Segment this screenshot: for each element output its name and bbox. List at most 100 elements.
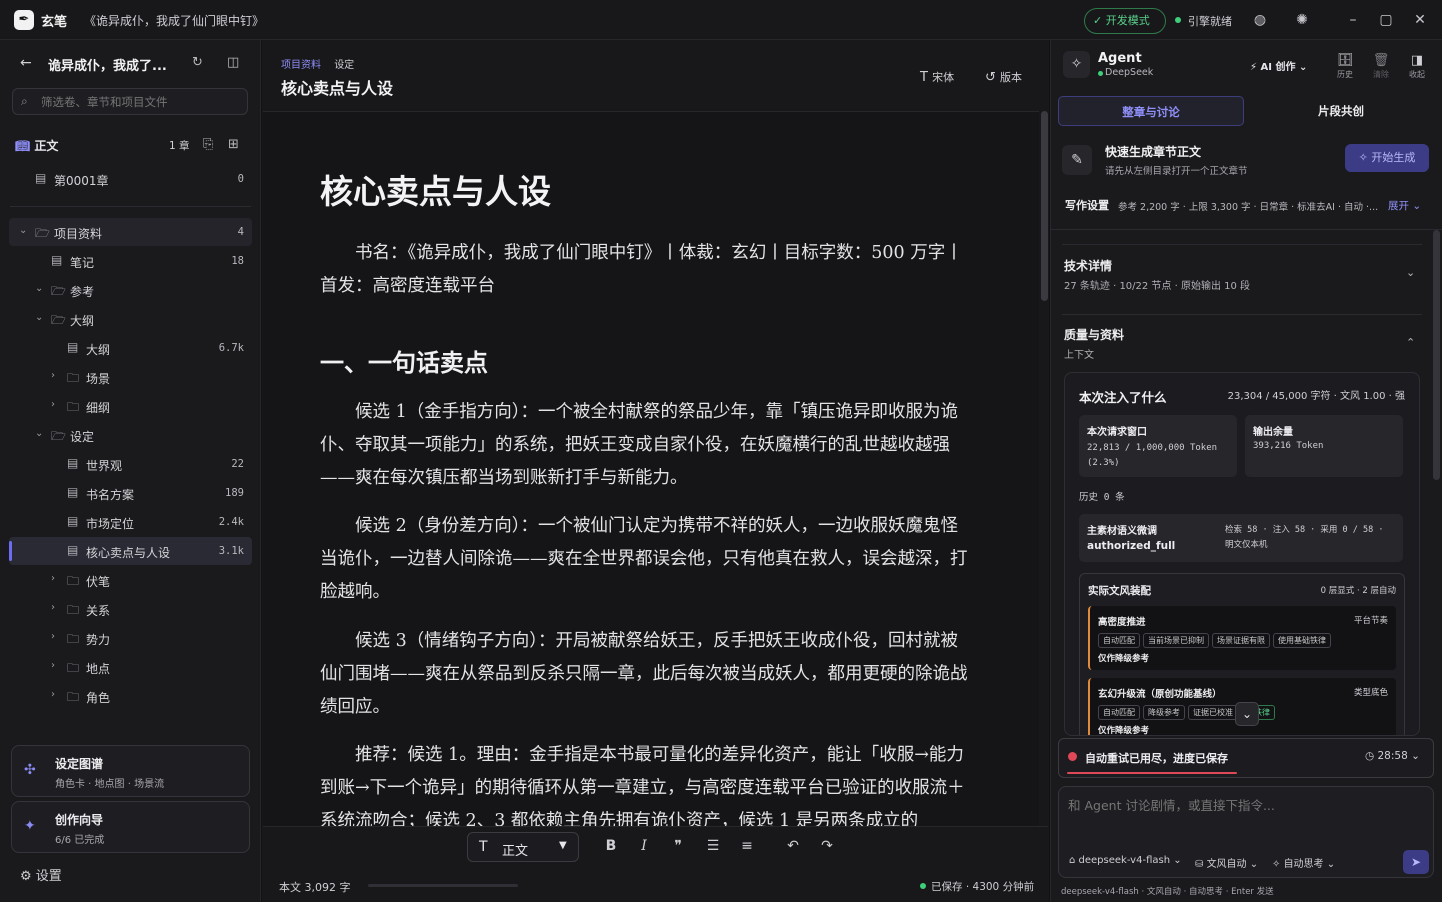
main-text-section[interactable]: 📖︎ 正文 <box>15 137 58 154</box>
tree-item-label: 核心卖点与人设 <box>86 546 171 560</box>
chevron-right-icon[interactable]: › <box>51 602 55 613</box>
tree-folder[interactable]: ⌄ 🗁︎ 大纲 <box>9 305 252 333</box>
new-file-icon[interactable]: ⎘ <box>203 137 213 152</box>
tree-file[interactable]: ▤ 书名方案 189 <box>9 479 252 507</box>
version-button[interactable]: ↺ 版本 <box>985 69 1022 85</box>
tree-folder[interactable]: › 🗀︎ 伏笔 <box>9 566 252 594</box>
style-select[interactable]: ⛁ 文风自动 ⌄ <box>1195 855 1258 870</box>
breadcrumb-item[interactable]: 项目资料 <box>281 60 321 71</box>
sparkle-icon: ✧ <box>1358 151 1372 164</box>
tab-full-chapter[interactable]: 整章与讨论 <box>1058 96 1244 126</box>
tech-details-title[interactable]: 技术详情 <box>1064 257 1112 274</box>
quote-icon[interactable]: ❞ <box>668 838 688 858</box>
model-select[interactable]: ⌂ deepseek-v4-flash ⌄ <box>1069 855 1182 866</box>
tree-file[interactable]: ▤ 核心卖点与人设 3.1k <box>9 537 252 565</box>
chevron-up-icon[interactable]: ⌃ <box>1406 336 1415 349</box>
globe-icon[interactable]: ◍ <box>1251 11 1269 29</box>
editor-scrollbar[interactable] <box>1041 111 1048 301</box>
new-folder-icon[interactable]: ⊞ <box>228 137 239 152</box>
refresh-icon[interactable]: ↻ <box>192 55 203 70</box>
chevron-right-icon[interactable]: › <box>51 573 55 584</box>
quick-generate: ✎ 快速生成章节正文 请先从左侧目录打开一个正文章节 ✧ 开始生成 <box>1062 141 1432 183</box>
settings-button[interactable]: ⚙ 设置 <box>20 865 62 884</box>
chevron-right-icon[interactable]: › <box>51 660 55 671</box>
close-icon[interactable]: ✕ <box>1411 11 1429 29</box>
chat-input[interactable] <box>1068 795 1418 839</box>
redo-icon[interactable]: ↷ <box>817 838 837 858</box>
ai-mode-select[interactable]: ⚡ AI 创作 ⌄ <box>1250 58 1307 73</box>
chevron-down-icon: ⌄ <box>1409 200 1422 212</box>
tree-folder[interactable]: › 🗀︎ 势力 <box>9 624 252 652</box>
history-button[interactable]: 🗄︎ 历史 <box>1332 53 1358 80</box>
tree-folder[interactable]: › 🗀︎ 角色 <box>9 682 252 710</box>
undo-icon[interactable]: ↶ <box>783 838 803 858</box>
tree-item-chapter[interactable]: ▤ 第0001章 0 <box>9 165 252 193</box>
chevron-down-icon[interactable]: ⌄ <box>35 312 43 323</box>
tree-item-label: 伏笔 <box>86 575 111 589</box>
chevron-right-icon[interactable]: › <box>51 631 55 642</box>
tree-folder[interactable]: ⌄ 🗁︎ 项目资料 4 <box>9 218 252 246</box>
filter-input[interactable] <box>41 93 241 111</box>
bullet-list-icon[interactable]: ☰ <box>703 838 723 858</box>
setting-graph-card[interactable]: ✣ 设定图谱 角色卡 · 地点图 · 场景流 <box>11 745 250 797</box>
tree-item-label: 市场定位 <box>86 517 135 531</box>
chevron-right-icon[interactable]: › <box>51 689 55 700</box>
maximize-icon[interactable]: ▢ <box>1377 11 1395 29</box>
tree-folder[interactable]: › 🗀︎ 关系 <box>9 595 252 623</box>
tree-folder[interactable]: › 🗀︎ 地点 <box>9 653 252 681</box>
save-status: 已保存 · 4300 分钟前 <box>931 881 1035 893</box>
expand-settings-button[interactable]: 展开 ⌄ <box>1388 198 1421 213</box>
chevron-down-icon[interactable]: ⌄ <box>35 428 43 439</box>
tree-folder[interactable]: › 🗀︎ 细纲 <box>9 392 252 420</box>
file-icon: ▤ <box>35 171 47 185</box>
word-progress-bar <box>368 884 518 887</box>
file-icon: ▤ <box>51 253 63 267</box>
page-title: 核心卖点与人设 <box>281 79 394 98</box>
bold-icon[interactable]: B <box>601 838 621 858</box>
devmode-button[interactable]: ✓ 开发模式 <box>1084 8 1166 34</box>
quality-title[interactable]: 质量与资料 <box>1064 326 1124 343</box>
creation-guide-card[interactable]: ✦ 创作向导 6/6 已完成 <box>11 801 250 853</box>
collapse-sidebar-icon[interactable]: ◫ <box>227 55 239 70</box>
chevron-right-icon[interactable]: › <box>51 370 55 381</box>
chevron-down-icon[interactable]: ⌄ <box>19 225 27 236</box>
numbered-list-icon[interactable]: ≡ <box>737 838 757 858</box>
tree-file[interactable]: ▤ 市场定位 2.4k <box>9 508 252 536</box>
font-button[interactable]: T 宋体 <box>920 69 954 85</box>
thinking-select[interactable]: ✧ 自动思考 ⌄ <box>1272 855 1335 870</box>
chevron-right-icon[interactable]: › <box>51 399 55 410</box>
minimize-icon[interactable]: – <box>1344 11 1362 29</box>
paragraph-style-select[interactable]: T 正文 ▼ <box>467 832 579 862</box>
chevron-down-icon[interactable]: ⌄ <box>35 283 43 294</box>
folder-icon: 🗁︎ <box>51 313 66 327</box>
breadcrumb-item[interactable]: 设定 <box>334 60 354 71</box>
start-generate-button[interactable]: ✧ 开始生成 <box>1345 144 1429 172</box>
tree-file[interactable]: ▤ 大纲 6.7k <box>9 334 252 362</box>
saved-dot <box>920 883 926 889</box>
tree-file[interactable]: ▤ 笔记 18 <box>9 247 252 275</box>
theme-sun-icon[interactable]: ✺ <box>1293 11 1311 29</box>
file-icon: ▤ <box>67 514 79 528</box>
tree-file[interactable]: ▤ 世界观 22 <box>9 450 252 478</box>
clear-button[interactable]: 🗑︎ 清除 <box>1368 53 1394 80</box>
style-layer[interactable]: 高密度推进 平台节奏 自动匹配 当前场景已抑制 场景证据有限 使用基础铁律 仅作降级参… <box>1088 606 1396 670</box>
chevron-down-icon[interactable]: ⌄ <box>1406 266 1415 279</box>
tree-folder[interactable]: › 🗀︎ 场景 <box>9 363 252 391</box>
tree-item-count: 4 <box>237 226 244 238</box>
run-status[interactable]: 自动重试已用尽，进度已保存 ◷ 28:58 ⌄ <box>1058 738 1434 778</box>
scroll-down-chevron-icon[interactable]: ⌄ <box>1235 702 1259 726</box>
chat-box: ⌂ deepseek-v4-flash ⌄ ⛁ 文风自动 ⌄ ✧ 自动思考 ⌄ … <box>1058 786 1434 878</box>
error-dot <box>1068 752 1077 761</box>
tab-fragment[interactable]: 片段共创 <box>1248 96 1434 126</box>
send-button[interactable]: ➤ <box>1403 850 1429 874</box>
panel-scrollbar[interactable] <box>1433 230 1440 480</box>
back-arrow-icon[interactable]: ← <box>20 55 32 71</box>
tree-folder[interactable]: ⌄ 🗁︎ 参考 <box>9 276 252 304</box>
italic-icon[interactable]: I <box>634 838 654 858</box>
agent-name: Agent <box>1098 51 1142 66</box>
project-name: 诡异成仆，我成了... <box>48 59 167 74</box>
collapse-panel-button[interactable]: ◨ 收起 <box>1404 53 1430 80</box>
trash-icon: 🗑︎ <box>1372 53 1390 68</box>
filter-search[interactable]: ⌕ <box>12 88 248 115</box>
tree-folder[interactable]: ⌄ 🗁︎ 设定 <box>9 421 252 449</box>
